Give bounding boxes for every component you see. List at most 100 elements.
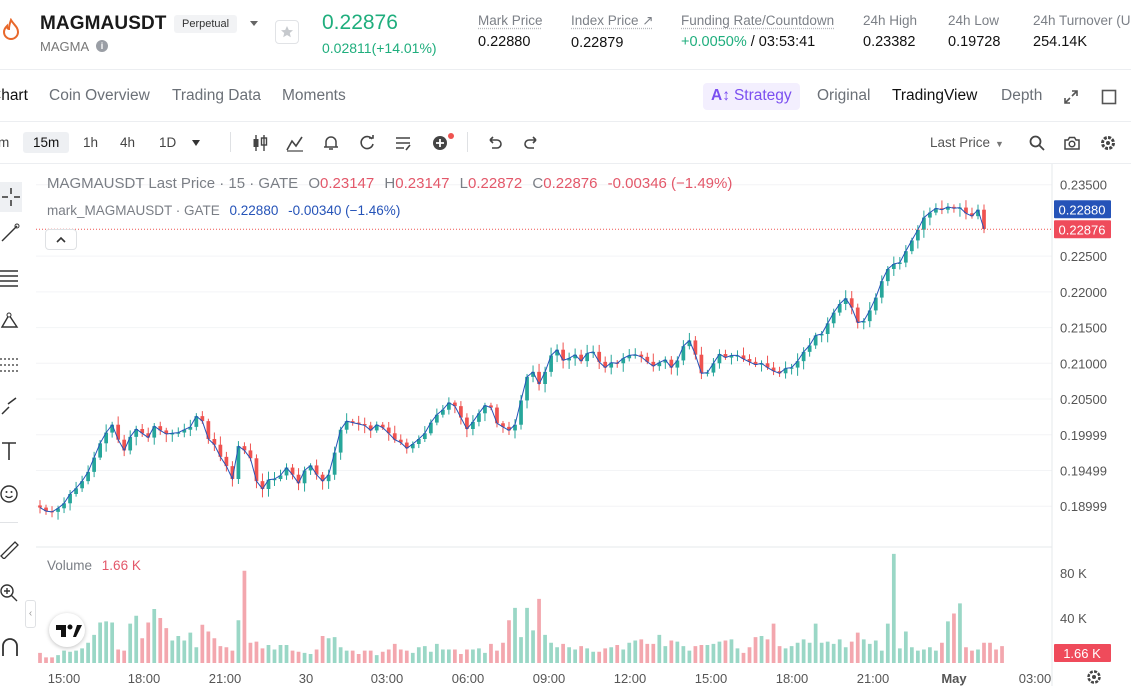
volume-bar (404, 650, 409, 663)
legend-collapse-button[interactable] (45, 229, 77, 250)
favorite-star-button[interactable] (275, 20, 299, 44)
settings-gear-icon[interactable] (1099, 134, 1117, 152)
volume-bar (771, 623, 776, 663)
funding-rate-value: +0.0050% (681, 34, 747, 50)
price-tick-label: 0.21500 (1060, 321, 1107, 336)
volume-bar (723, 640, 728, 663)
volume-bar (964, 647, 968, 663)
volume-bar (62, 650, 66, 663)
tradingview-logo[interactable] (49, 613, 85, 647)
volume-bar (958, 603, 962, 663)
toolbar-divider (230, 132, 231, 152)
volume-bar (915, 650, 920, 663)
volume-bar (254, 641, 259, 663)
add-plugin-icon[interactable] (430, 131, 456, 153)
redo-icon[interactable] (522, 134, 540, 152)
volume-bar (50, 657, 54, 663)
stat-index-price[interactable]: Index Price ↗ 0.22879 (571, 13, 654, 51)
timeframe-1m[interactable]: m (0, 135, 9, 150)
timeframe-1d[interactable]: 1D (159, 135, 176, 150)
price-grid (36, 184, 1052, 507)
tab-trading-data[interactable]: Trading Data (172, 87, 261, 105)
symbol-dropdown-caret-icon[interactable] (248, 18, 260, 28)
price-tick-label: 0.21000 (1060, 356, 1107, 371)
volume-bar (44, 657, 48, 663)
tab-coin-overview[interactable]: Coin Overview (49, 87, 150, 105)
templates-icon[interactable] (393, 133, 413, 153)
volume-legend-label[interactable]: Volume (47, 558, 92, 573)
undo-icon[interactable] (486, 134, 504, 152)
volume-bar (326, 638, 331, 663)
time-tick-label: 12:00 (614, 671, 647, 686)
volume-bar (206, 631, 211, 663)
volume-bar (74, 650, 78, 663)
chart-tabs: Chart Coin Overview Trading Data Moments… (0, 70, 1131, 122)
volume-bar (693, 646, 698, 663)
volume-bar (477, 648, 481, 663)
timeframe-4h[interactable]: 4h (120, 135, 135, 150)
candles-icon[interactable] (250, 133, 270, 153)
time-tick-label: 15:00 (48, 671, 81, 686)
volume-bar (284, 645, 289, 663)
volume-badge: 1.66 K (1063, 646, 1101, 661)
volume-bar (855, 632, 860, 663)
time-tick-label: 21:00 (857, 671, 890, 686)
legend-series-name[interactable]: MAGMAUSDT Last Price · 15 · GATE (47, 175, 298, 192)
volume-legend-value: 1.66 K (101, 558, 141, 573)
price-chart[interactable]: 0.23500 0.22500 0.22000 0.21500 0.21000 0.205… (0, 164, 1131, 686)
info-icon[interactable]: i (96, 40, 108, 52)
volume-bar (705, 645, 710, 663)
tab-moments[interactable]: Moments (282, 87, 346, 105)
volume-bar (459, 654, 463, 663)
tradingview-logo-icon (56, 624, 82, 637)
volume-axis-ticks: 80 K 40 K (1060, 566, 1087, 626)
search-icon[interactable] (1028, 134, 1046, 152)
legend-change: -0.00346 (−1.49%) (607, 175, 733, 192)
alert-icon[interactable] (321, 133, 341, 153)
chart-settings-gear-icon[interactable] (1085, 668, 1103, 686)
chart-toolbar: m 15m 1h 4h 1D Last Price ▼ (0, 122, 1131, 164)
volume-bar (765, 639, 770, 663)
timeframe-1h[interactable]: 1h (83, 135, 98, 150)
volume-bar (140, 638, 145, 663)
indicators-icon[interactable] (285, 133, 305, 153)
tab-chart[interactable]: Chart (0, 87, 28, 105)
window-icon[interactable] (1101, 89, 1117, 105)
expand-icon[interactable] (1063, 89, 1079, 105)
volume-bar (753, 637, 758, 663)
volume-bar (242, 570, 247, 663)
view-depth[interactable]: Depth (1001, 87, 1042, 105)
volume-bar (940, 642, 944, 663)
volume-bar (519, 637, 523, 663)
price-tick-label: 0.23500 (1060, 178, 1107, 193)
legend-mark-name[interactable]: mark_MAGMAUSDT · GATE (47, 203, 220, 218)
legend-close-value: 0.22876 (543, 175, 598, 192)
timeframe-15m[interactable]: 15m (23, 132, 70, 153)
volume-bar (897, 648, 902, 663)
volume-bar (549, 642, 553, 663)
volume-bar (134, 615, 139, 663)
volume-bar (567, 647, 571, 663)
stat-label: Mark Price (478, 13, 543, 28)
volume-bar (609, 647, 614, 663)
volume-bar (843, 647, 848, 663)
volume-bar (170, 640, 175, 663)
volume-bar (122, 650, 127, 663)
main-series-legend: MAGMAUSDT Last Price · 15 · GATE O0.2314… (47, 175, 732, 192)
volume-bar (236, 620, 241, 663)
price-tick-label: 0.22000 (1060, 285, 1107, 300)
view-original[interactable]: Original (817, 87, 870, 105)
volume-bar (537, 598, 541, 663)
view-tradingview[interactable]: TradingView (892, 87, 977, 105)
time-tick-label: 06:00 (452, 671, 485, 686)
strategy-button[interactable]: A↕ Strategy (703, 83, 800, 110)
volume-bar (976, 649, 980, 663)
price-source-select[interactable]: Last Price ▼ (930, 135, 1004, 150)
replay-icon[interactable] (357, 133, 377, 153)
price-source-label: Last Price (930, 135, 991, 150)
camera-icon[interactable] (1063, 134, 1081, 152)
symbol-title[interactable]: MAGMAUSDT (40, 13, 167, 35)
volume-bar (988, 642, 992, 663)
timeframe-dropdown-icon[interactable] (190, 138, 202, 148)
volume-bar (80, 648, 84, 663)
